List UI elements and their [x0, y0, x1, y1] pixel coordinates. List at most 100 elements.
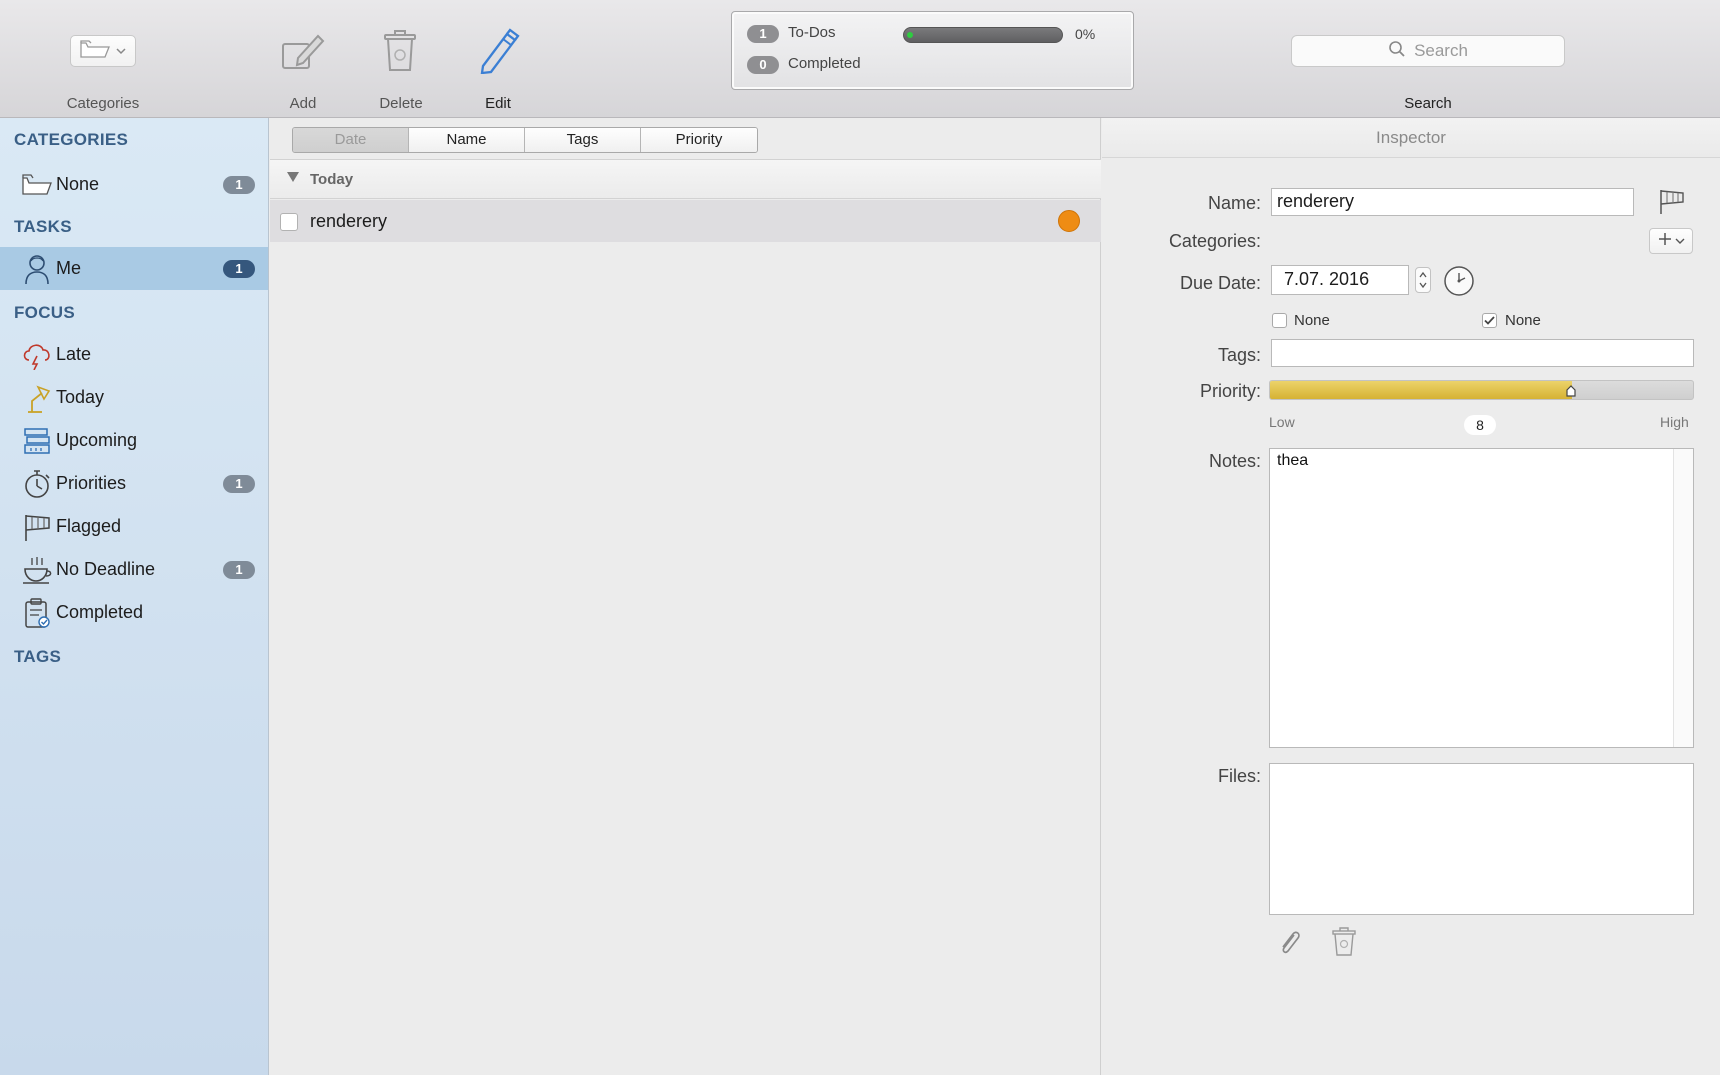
notes-textarea[interactable]: thea: [1269, 448, 1694, 748]
stopwatch-icon: [20, 467, 54, 501]
calendar-stack-icon: [20, 424, 54, 458]
priority-dot-icon: [1058, 210, 1080, 232]
none-checkbox-2-label: None: [1505, 312, 1541, 329]
count-badge: 1: [223, 561, 255, 579]
chevron-down-icon: [1675, 232, 1685, 250]
group-header-today[interactable]: Today: [270, 159, 1101, 199]
folder-icon: [20, 168, 54, 202]
disclosure-triangle-icon[interactable]: [287, 172, 299, 182]
priority-high-label: High: [1660, 414, 1689, 430]
storm-cloud-icon: [20, 338, 54, 372]
none-checkbox-1-label: None: [1294, 312, 1330, 329]
notes-text: thea: [1277, 452, 1309, 469]
files-label: Files:: [1217, 766, 1261, 786]
completed-count-badge: 0: [747, 56, 779, 74]
name-label: Name:: [1207, 193, 1261, 213]
trash-icon[interactable]: [1331, 927, 1357, 962]
progress-bar: [903, 27, 1063, 43]
files-dropzone[interactable]: [1269, 763, 1694, 915]
due-date-label: Due Date:: [1179, 273, 1261, 293]
count-badge: 1: [223, 475, 255, 493]
sort-tab-tags[interactable]: Tags: [525, 128, 641, 152]
none-checkbox-2[interactable]: [1482, 313, 1497, 328]
count-badge: 1: [223, 176, 255, 194]
add-button[interactable]: [280, 30, 326, 77]
edit-button[interactable]: [477, 28, 521, 79]
sidebar-item-priorities[interactable]: Priorities 1: [0, 462, 268, 505]
search-icon: [1388, 40, 1406, 63]
chevron-down-icon: [116, 42, 126, 60]
search-field[interactable]: Search: [1291, 35, 1565, 67]
priority-label: Priority:: [1199, 381, 1261, 401]
paperclip-icon[interactable]: [1277, 928, 1303, 963]
categories-popup-button[interactable]: [70, 35, 136, 67]
priority-slider-fill: [1270, 381, 1572, 399]
tags-label: Tags:: [1217, 345, 1261, 365]
notes-scrollbar[interactable]: [1673, 449, 1693, 747]
add-category-button[interactable]: [1649, 228, 1693, 254]
sidebar-item-no-deadline[interactable]: No Deadline 1: [0, 548, 268, 591]
desk-lamp-icon: [20, 381, 54, 415]
sidebar-item-label: Today: [56, 387, 105, 407]
sidebar-item-label: None: [56, 174, 100, 194]
priority-slider[interactable]: [1269, 380, 1694, 400]
priority-slider-thumb[interactable]: [1566, 384, 1576, 397]
sidebar-item-label: Upcoming: [56, 430, 138, 450]
sort-tab-priority[interactable]: Priority: [641, 128, 757, 152]
flag-toggle-icon[interactable]: [1657, 187, 1685, 220]
sidebar-item-late[interactable]: Late: [0, 333, 268, 376]
priority-value-badge: 8: [1464, 415, 1496, 435]
group-title: Today: [310, 171, 354, 188]
delete-label: Delete: [379, 95, 423, 112]
table-row[interactable]: renderery: [270, 200, 1101, 242]
sidebar-heading-focus: FOCUS: [14, 303, 75, 322]
pen-edit-icon: [477, 28, 521, 78]
sidebar-item-flagged[interactable]: Flagged: [0, 505, 268, 548]
todos-count-badge: 1: [747, 25, 779, 43]
due-date-stepper[interactable]: [1415, 267, 1431, 293]
completed-label: Completed: [788, 55, 861, 72]
delete-button[interactable]: [382, 29, 418, 78]
trash-icon: [382, 30, 418, 77]
clock-icon[interactable]: [1442, 264, 1476, 303]
notes-label: Notes:: [1208, 451, 1261, 471]
name-field[interactable]: renderery: [1271, 188, 1634, 216]
sidebar: CATEGORIES None 1 TASKS Me 1 FOCUS Late …: [0, 118, 269, 1075]
edit-label: Edit: [485, 95, 511, 112]
sidebar-heading-tasks: TASKS: [14, 217, 72, 236]
folder-icon: [80, 39, 110, 64]
due-date-field[interactable]: 7.07. 2016: [1271, 265, 1409, 295]
sort-tab-date[interactable]: Date: [293, 128, 409, 152]
task-complete-checkbox[interactable]: [280, 213, 298, 231]
flag-icon: [20, 510, 54, 544]
sidebar-item-me[interactable]: Me 1: [0, 247, 268, 290]
count-badge: 1: [223, 260, 255, 278]
tags-field[interactable]: [1271, 339, 1694, 367]
sidebar-heading-categories: CATEGORIES: [14, 130, 129, 149]
sidebar-item-label: Priorities: [56, 473, 127, 493]
progress-percent: 0%: [1075, 26, 1096, 42]
sidebar-item-label: No Deadline: [56, 559, 156, 579]
toolbar: Categories Add Delete Edit 1 To-Dos 0% 0…: [0, 0, 1720, 118]
priority-low-label: Low: [1269, 414, 1295, 430]
sidebar-item-today[interactable]: Today: [0, 376, 268, 419]
none-checkbox-1[interactable]: [1272, 313, 1287, 328]
sidebar-item-label: Flagged: [56, 516, 122, 536]
status-panel: 1 To-Dos 0% 0 Completed: [731, 11, 1134, 90]
sidebar-item-label: Completed: [56, 602, 144, 622]
sidebar-heading-tags: TAGS: [14, 647, 62, 666]
progress-bar-fill: [907, 32, 913, 38]
sidebar-item-label: Late: [56, 344, 92, 364]
sort-tab-name[interactable]: Name: [409, 128, 525, 152]
inspector-title: Inspector: [1102, 118, 1720, 158]
sort-segmented-control: Date Name Tags Priority: [292, 127, 758, 153]
plus-icon: [1658, 232, 1672, 251]
sidebar-item-upcoming[interactable]: Upcoming: [0, 419, 268, 462]
sidebar-item-completed[interactable]: Completed: [0, 591, 268, 634]
add-label: Add: [289, 95, 317, 112]
todos-label: To-Dos: [788, 24, 836, 41]
task-name: renderery: [310, 211, 388, 231]
clipboard-check-icon: [20, 596, 54, 630]
categories-label: Categories: [66, 95, 140, 112]
sidebar-item-none[interactable]: None 1: [0, 163, 268, 206]
